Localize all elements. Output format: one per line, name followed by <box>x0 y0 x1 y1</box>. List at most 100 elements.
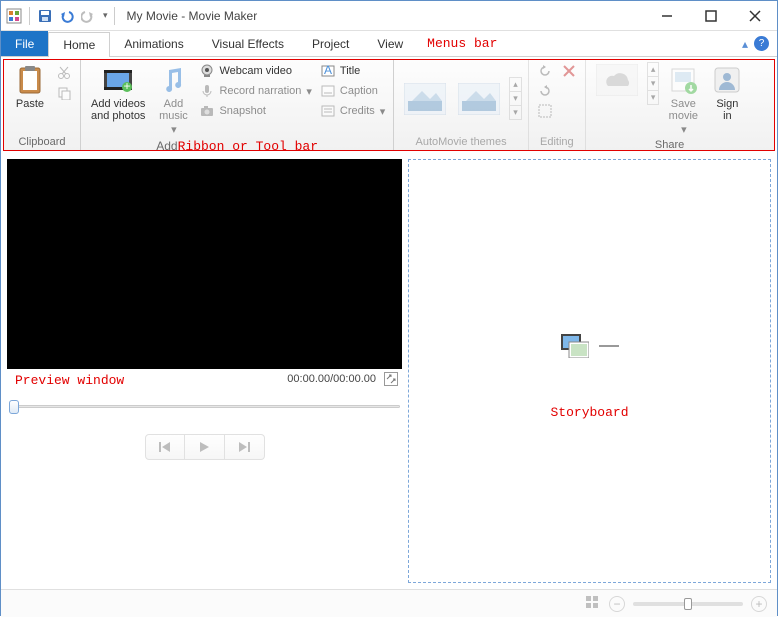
record-narration-button[interactable]: Record narration▾ <box>197 82 313 100</box>
redo-icon[interactable] <box>80 7 98 25</box>
webcam-icon <box>199 63 215 79</box>
rotate-left-button[interactable] <box>535 62 555 80</box>
title-bar: ▾ My Movie - Movie Maker <box>1 1 777 31</box>
share-scroll-down[interactable]: ▾ <box>647 77 660 91</box>
clipboard-icon <box>14 64 46 96</box>
annotation-menus: Menus bar <box>427 31 497 56</box>
music-note-icon <box>157 64 189 96</box>
seek-bar[interactable] <box>9 400 400 412</box>
group-automovie: ▴ ▾ ▾ AutoMovie themes <box>394 60 529 150</box>
sign-in-button[interactable]: Sign in <box>707 62 747 124</box>
group-label-automovie: AutoMovie themes <box>400 135 522 150</box>
share-onedrive-button[interactable] <box>592 62 642 98</box>
caption-icon <box>320 83 336 99</box>
zoom-out-button[interactable]: − <box>609 596 625 612</box>
thumbnails-view-button[interactable] <box>585 595 601 612</box>
select-all-icon <box>537 103 553 119</box>
webcam-button[interactable]: Webcam video <box>197 62 313 80</box>
share-more[interactable]: ▾ <box>647 91 660 105</box>
undo-icon[interactable] <box>58 7 76 25</box>
clip-placeholder-icon <box>561 334 589 358</box>
scissors-icon <box>56 65 72 81</box>
seek-thumb[interactable] <box>9 400 19 414</box>
ribbon: Paste Clipboard + Add videos and photos … <box>4 60 774 150</box>
zoom-in-button[interactable]: + <box>751 596 767 612</box>
menu-bar: File Home Animations Visual Effects Proj… <box>1 31 777 57</box>
play-button[interactable] <box>185 434 225 460</box>
preview-pane: Preview window 00:00.00/00:00.00 <box>7 159 402 583</box>
cut-button[interactable] <box>54 64 74 82</box>
group-label-clipboard: Clipboard <box>10 135 74 150</box>
annotation-ribbon: Ribbon or Tool bar <box>178 139 318 154</box>
automovie-scroll-up[interactable]: ▴ <box>509 77 522 92</box>
save-movie-button[interactable]: Save movie▾ <box>663 62 703 138</box>
window-title: My Movie - Movie Maker <box>127 9 258 23</box>
filmstrip-icon: + <box>102 64 134 96</box>
window-controls <box>645 2 777 30</box>
save-icon[interactable] <box>36 7 54 25</box>
ribbon-annotated-region: Paste Clipboard + Add videos and photos … <box>3 59 775 151</box>
add-credits-button[interactable]: Credits▾ <box>318 102 387 120</box>
close-button[interactable] <box>733 2 777 30</box>
storyboard-pane[interactable]: Storyboard <box>408 159 771 583</box>
playback-controls <box>7 434 402 460</box>
menu-animations[interactable]: Animations <box>110 31 197 56</box>
group-add: + Add videos and photos Add music▾ Webca… <box>81 60 394 150</box>
group-editing: Editing <box>529 60 586 150</box>
automovie-theme-1[interactable] <box>400 81 450 117</box>
copy-icon <box>56 85 72 101</box>
automovie-scroll-down[interactable]: ▾ <box>509 92 522 106</box>
maximize-button[interactable] <box>689 2 733 30</box>
rotate-right-button[interactable] <box>535 82 555 100</box>
prev-frame-button[interactable] <box>145 434 185 460</box>
mic-icon <box>199 83 215 99</box>
zoom-thumb[interactable] <box>684 598 692 610</box>
menu-visual-effects[interactable]: Visual Effects <box>198 31 298 56</box>
annotation-storyboard: Storyboard <box>550 405 628 420</box>
menu-home[interactable]: Home <box>48 32 110 57</box>
paste-button[interactable]: Paste <box>10 62 50 112</box>
time-display: 00:00.00/00:00.00 <box>287 373 376 385</box>
select-all-button[interactable] <box>535 102 555 120</box>
svg-text:A: A <box>324 64 332 77</box>
snapshot-button[interactable]: Snapshot <box>197 102 313 120</box>
zoom-slider[interactable] <box>633 602 743 606</box>
remove-button[interactable] <box>559 62 579 80</box>
content-area: Preview window 00:00.00/00:00.00 Storybo… <box>1 153 777 589</box>
save-movie-icon <box>667 64 699 96</box>
qat-dropdown-icon[interactable]: ▾ <box>103 10 108 21</box>
fullscreen-button[interactable] <box>384 372 398 386</box>
camera-icon <box>199 103 215 119</box>
rotate-right-icon <box>537 83 553 99</box>
menu-file[interactable]: File <box>1 31 48 56</box>
minimize-button[interactable] <box>645 2 689 30</box>
quick-access-toolbar: ▾ <box>1 7 121 25</box>
copy-button[interactable] <box>54 84 74 102</box>
credits-icon <box>320 103 336 119</box>
add-caption-button[interactable]: Caption <box>318 82 387 100</box>
next-frame-button[interactable] <box>225 434 265 460</box>
video-preview[interactable] <box>7 159 402 369</box>
add-title-button[interactable]: ATitle <box>318 62 387 80</box>
group-share: ▴ ▾ ▾ Save movie▾ Sign in Share <box>586 60 754 150</box>
svg-text:+: + <box>124 79 131 93</box>
title-icon: A <box>320 63 336 79</box>
add-music-button[interactable]: Add music▾ <box>153 62 193 138</box>
app-icon <box>5 7 23 25</box>
automovie-theme-2[interactable] <box>454 81 504 117</box>
menu-project[interactable]: Project <box>298 31 363 56</box>
group-label-editing: Editing <box>535 135 579 150</box>
add-videos-button[interactable]: + Add videos and photos <box>87 62 149 124</box>
menu-view[interactable]: View <box>363 31 417 56</box>
ribbon-collapse-icon[interactable]: ▴ <box>742 37 748 51</box>
share-scroll-up[interactable]: ▴ <box>647 62 660 77</box>
automovie-more[interactable]: ▾ <box>509 106 522 120</box>
menu-right: ▴ ? <box>734 31 777 56</box>
group-clipboard: Paste Clipboard <box>4 60 81 150</box>
group-label-add: AddRibbon or Tool bar <box>87 138 387 156</box>
user-icon <box>711 64 743 96</box>
delete-icon <box>561 63 577 79</box>
rotate-left-icon <box>537 63 553 79</box>
group-label-share: Share <box>592 138 748 153</box>
help-icon[interactable]: ? <box>754 36 769 51</box>
